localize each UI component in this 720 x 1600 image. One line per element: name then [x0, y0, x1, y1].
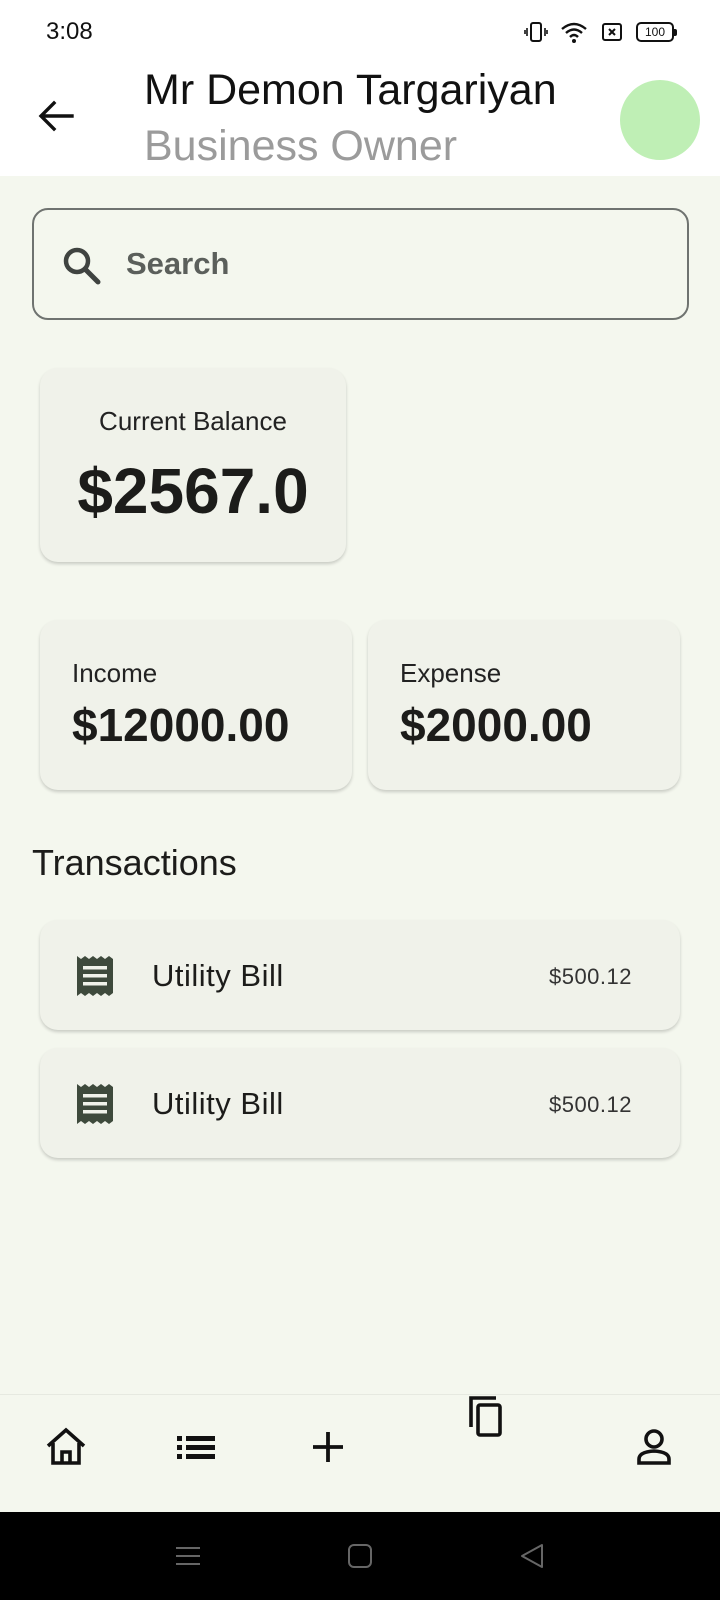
nav-list-button[interactable]	[168, 1419, 224, 1475]
receipt-icon	[77, 1084, 113, 1124]
profile-icon	[637, 1429, 671, 1465]
sim-off-icon	[600, 20, 624, 44]
expense-value: $2000.00	[400, 699, 592, 751]
status-time: 3:08	[46, 18, 93, 45]
vibrate-icon	[524, 20, 548, 44]
arrow-left-icon	[38, 100, 74, 132]
wifi-icon	[560, 20, 588, 44]
status-icons: 100	[524, 20, 677, 44]
balance-card: Current Balance $2567.0	[40, 368, 346, 562]
transaction-amount: $500.12	[548, 964, 632, 989]
transaction-title: Utility Bill	[152, 1086, 284, 1121]
list-icon	[177, 1436, 215, 1459]
expense-label: Expense	[400, 658, 502, 688]
user-role: Business Owner	[144, 122, 458, 170]
copy-icon	[469, 1396, 502, 1437]
expense-card: Expense $2000.00	[368, 620, 680, 790]
income-card: Income $12000.00	[40, 620, 352, 790]
receipt-icon	[77, 956, 113, 996]
app-bar: Mr Demon Targariyan Business Owner	[0, 62, 720, 176]
search-field[interactable]	[32, 208, 689, 320]
bottom-nav	[0, 1394, 720, 1512]
avatar[interactable]	[620, 80, 700, 160]
search-input[interactable]	[126, 210, 666, 318]
square-icon	[348, 1544, 372, 1568]
income-value: $12000.00	[72, 699, 290, 751]
back-button[interactable]	[32, 92, 80, 140]
status-bar: 3:08 100	[0, 0, 720, 62]
system-nav-bar	[0, 1512, 720, 1600]
transaction-item[interactable]: Utility Bill $500.12	[40, 920, 680, 1030]
add-icon	[313, 1432, 343, 1462]
back-system-button[interactable]	[516, 1540, 548, 1572]
transaction-item[interactable]: Utility Bill $500.12	[40, 1048, 680, 1158]
nav-home-button[interactable]	[38, 1419, 94, 1475]
balance-label: Current Balance	[99, 406, 287, 436]
battery-icon: 100	[636, 22, 677, 42]
home-icon	[46, 1427, 86, 1465]
menu-icon	[176, 1547, 200, 1565]
balance-value: $2567.0	[77, 455, 309, 527]
nav-copy-button[interactable]	[462, 1389, 518, 1445]
income-label: Income	[72, 658, 158, 688]
transaction-title: Utility Bill	[152, 958, 284, 993]
search-icon	[63, 247, 101, 285]
recents-button[interactable]	[172, 1540, 204, 1572]
transactions-title: Transactions	[32, 842, 237, 883]
user-name: Mr Demon Targariyan	[144, 66, 557, 114]
nav-add-button[interactable]	[300, 1419, 356, 1475]
triangle-back-icon	[521, 1544, 543, 1568]
nav-profile-button[interactable]	[626, 1419, 682, 1475]
home-system-button[interactable]	[344, 1540, 376, 1572]
transaction-amount: $500.12	[548, 1092, 632, 1117]
